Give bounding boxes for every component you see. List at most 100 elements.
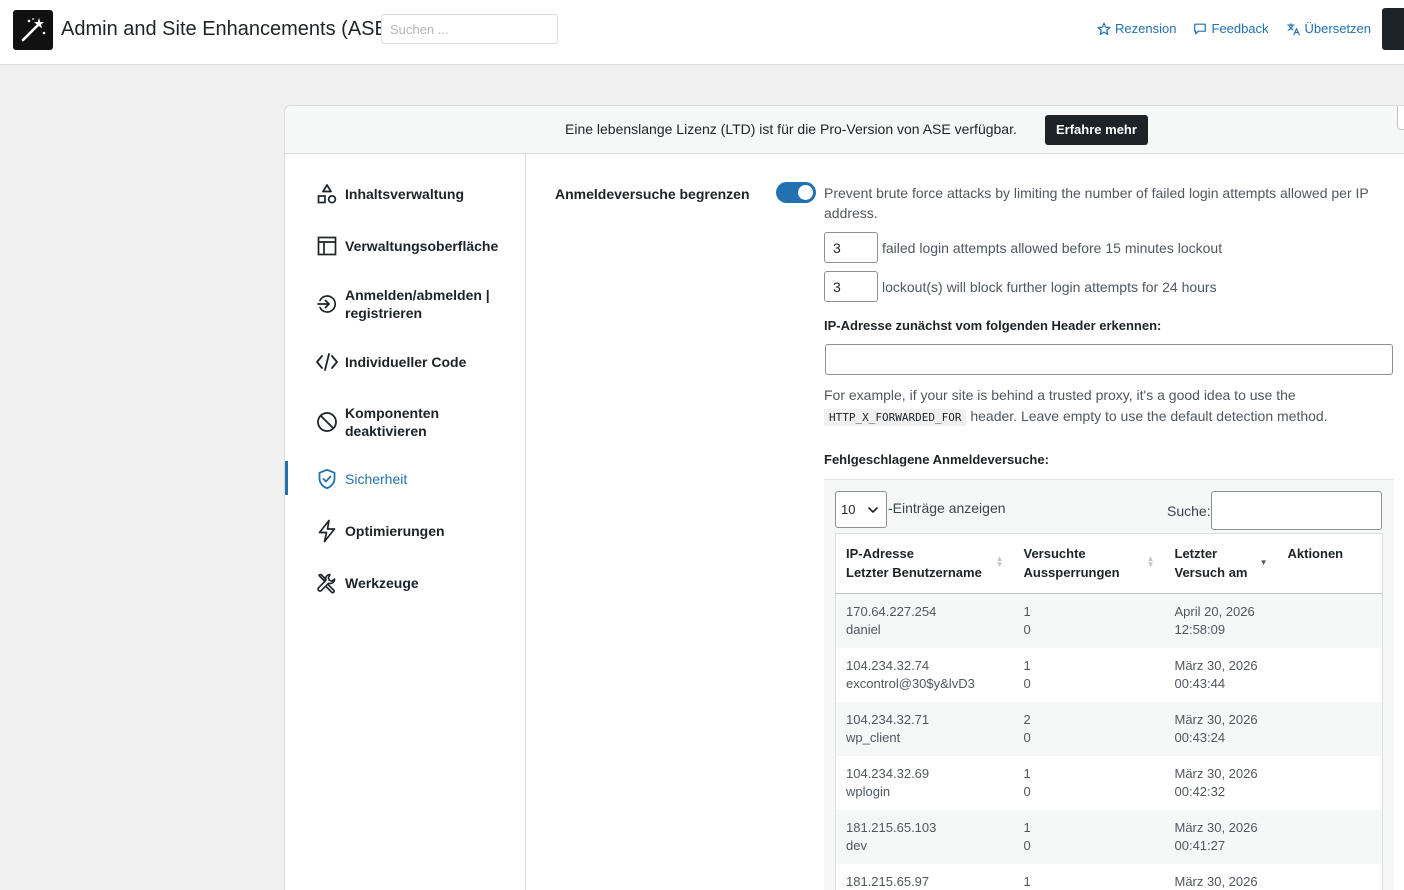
feedback-link[interactable]: Feedback bbox=[1193, 21, 1269, 36]
table-row: 104.234.32.71 wp_client 2 0 März 30, 2026 00:… bbox=[835, 702, 1383, 756]
table-cell: März 30, 202600:40:54 bbox=[1164, 864, 1278, 890]
shapes-icon bbox=[315, 182, 339, 206]
header-links: Rezension Feedback Übersetzen bbox=[1097, 21, 1371, 36]
last-username: dev bbox=[846, 838, 867, 853]
table-row: 181.215.65.103 dev 1 0 März 30, 2026 00:41:27 bbox=[835, 810, 1383, 864]
column-actions-label: Aktionen bbox=[1287, 546, 1344, 561]
setting-description: Prevent brute force attacks by limiting … bbox=[824, 185, 1369, 221]
table-search-label: Suche: bbox=[1167, 503, 1211, 519]
limit-login-toggle[interactable] bbox=[776, 182, 816, 203]
table-cell: März 30, 2026 00:43:44 bbox=[1164, 648, 1278, 702]
lockout-count: 0 bbox=[1023, 838, 1031, 853]
ip-address: 104.234.32.71 bbox=[846, 712, 930, 727]
last-attempt-time: 00:43:24 bbox=[1174, 730, 1226, 745]
sidebar-item-label: Werkzeuge bbox=[345, 575, 419, 591]
save-changes-button[interactable] bbox=[1382, 8, 1404, 50]
promo-banner: Eine lebenslange Lizenz (LTD) ist für di… bbox=[285, 106, 1404, 154]
failed-attempts-title: Fehlgeschlagene Anmeldeversuche: bbox=[824, 452, 1049, 467]
setting-title: Anmeldeversuche begrenzen bbox=[555, 186, 750, 202]
table-cell: 10 bbox=[1013, 648, 1165, 702]
lockouts-input[interactable] bbox=[824, 271, 878, 302]
failed-login-table-wrapper: 10 -Einträge anzeigen Suche: IP-Adresse … bbox=[824, 479, 1394, 890]
column-ip-user[interactable]: IP-Adresse Letzter Benutzername ▲ ▼ bbox=[835, 533, 1014, 594]
last-attempt-time: 12:58:09 bbox=[1174, 622, 1226, 637]
failed-attempts-input[interactable] bbox=[824, 232, 878, 263]
star-icon bbox=[1097, 22, 1111, 36]
sidebar-item-security[interactable]: Sicherheit bbox=[285, 465, 525, 493]
table-row: 104.234.32.74 excontrol@30$y&lvD3 1 0 März 3… bbox=[835, 648, 1383, 702]
chevron-down-icon bbox=[867, 504, 879, 519]
table-cell: 10 bbox=[1013, 593, 1165, 648]
help-text-before: For example, if your site is behind a tr… bbox=[824, 387, 1296, 403]
learn-more-button[interactable]: Erfahre mehr bbox=[1045, 115, 1148, 145]
column-last-attempt[interactable]: Letzter Versuch am ▼ bbox=[1164, 533, 1278, 594]
ip-header-input[interactable] bbox=[825, 344, 1393, 375]
sidebar-item-disable-components[interactable]: Komponenten deaktivieren bbox=[285, 402, 525, 442]
table-cell: 20 bbox=[1013, 702, 1165, 756]
last-username: wplogin bbox=[846, 784, 891, 799]
attempt-count: 1 bbox=[1023, 658, 1031, 673]
table-cell: März 30, 2026 00:42:32 bbox=[1164, 756, 1278, 810]
sidebar-item-login-logout[interactable]: Anmelden/abmelden | registrieren bbox=[285, 284, 525, 324]
banner-dismiss-tab[interactable] bbox=[1397, 106, 1404, 130]
failed-login-table: IP-Adresse Letzter Benutzername ▲ ▼ Versu… bbox=[835, 533, 1383, 890]
page-length-value: 10 bbox=[841, 502, 856, 517]
table-cell: 104.234.32.74 excontrol@30$y&lvD3 bbox=[835, 648, 1014, 702]
table-cell bbox=[1277, 702, 1383, 756]
attempt-count: 1 bbox=[1023, 820, 1031, 835]
table-cell: 170.64.227.254 daniel bbox=[835, 593, 1014, 648]
column-attempts-lockouts[interactable]: Versuchte Aussperrungen ▲ ▼ bbox=[1013, 533, 1165, 594]
table-search-input[interactable] bbox=[1211, 491, 1382, 530]
attempt-count: 1 bbox=[1023, 604, 1031, 619]
ip-address: 181.215.65.97 bbox=[846, 874, 930, 889]
promo-banner-text: Eine lebenslange Lizenz (LTD) ist für di… bbox=[565, 121, 1017, 137]
settings-sidebar: Inhaltsverwaltung Verwaltungsoberfläche … bbox=[285, 154, 526, 890]
translate-link[interactable]: Übersetzen bbox=[1286, 21, 1371, 36]
sidebar-item-custom-code[interactable]: Individueller Code bbox=[285, 348, 525, 376]
last-attempt-date: März 30, 2026 bbox=[1174, 820, 1258, 835]
table-cell bbox=[1277, 756, 1383, 810]
table-cell: März 30, 2026 00:43:24 bbox=[1164, 702, 1278, 756]
page-length-select[interactable]: 10 bbox=[835, 491, 887, 528]
sidebar-item-tools[interactable]: Werkzeuge bbox=[285, 569, 525, 597]
last-attempt-date: März 30, 2026 bbox=[1174, 712, 1258, 727]
app-title: Admin and Site Enhancements (ASE) bbox=[61, 18, 395, 40]
lockouts-label: lockout(s) will block further login atte… bbox=[882, 279, 1217, 295]
table-cell: März 30, 2026 00:41:27 bbox=[1164, 810, 1278, 864]
ip-address: 104.234.32.74 bbox=[846, 658, 930, 673]
help-code: HTTP_X_FORWARDED_FOR bbox=[824, 409, 967, 426]
lockout-count: 0 bbox=[1023, 730, 1031, 745]
page-length-label: -Einträge anzeigen bbox=[888, 500, 1006, 516]
translate-icon bbox=[1286, 22, 1301, 36]
sidebar-item-optimizations[interactable]: Optimierungen bbox=[285, 517, 525, 545]
sort-icon: ▲ ▼ bbox=[995, 554, 1004, 569]
last-attempt-time: 00:41:27 bbox=[1174, 838, 1226, 853]
ip-address: 170.64.227.254 bbox=[846, 604, 937, 619]
last-username: daniel bbox=[846, 622, 881, 637]
wand-logo-icon bbox=[13, 10, 53, 50]
last-attempt-date: März 30, 2026 bbox=[1174, 766, 1258, 781]
column-actions: Aktionen bbox=[1277, 533, 1383, 594]
ip-address: 104.234.32.69 bbox=[846, 766, 930, 781]
table-cell: 181.215.65.103 dev bbox=[835, 810, 1014, 864]
sidebar-item-admin-interface[interactable]: Verwaltungsoberfläche bbox=[285, 232, 525, 260]
last-attempt-time: 00:43:44 bbox=[1174, 676, 1226, 691]
last-attempt-date: März 30, 2026 bbox=[1174, 658, 1258, 673]
attempt-count: 2 bbox=[1023, 712, 1031, 727]
table-cell bbox=[1277, 810, 1383, 864]
column-ip-label: IP-Adresse bbox=[846, 546, 914, 561]
sidebar-item-label: Inhaltsverwaltung bbox=[345, 186, 465, 202]
sort-icon: ▲ ▼ bbox=[1146, 554, 1155, 569]
column-username-label: Letzter Benutzername bbox=[846, 565, 982, 580]
sidebar-item-label: Individueller Code bbox=[345, 354, 467, 370]
review-link[interactable]: Rezension bbox=[1097, 21, 1176, 36]
column-attempt-date-label: Versuch am bbox=[1174, 565, 1248, 580]
attempt-count: 1 bbox=[1023, 874, 1031, 889]
lockout-count: 0 bbox=[1023, 676, 1031, 691]
sidebar-item-label: Optimierungen bbox=[345, 523, 445, 539]
table-cell: 104.234.32.69 wplogin bbox=[835, 756, 1014, 810]
table-cell: 181.215.65.97admin bbox=[835, 864, 1014, 890]
shield-icon bbox=[315, 467, 339, 491]
settings-search-input[interactable] bbox=[381, 14, 558, 44]
failed-attempts-label: failed login attempts allowed before 15 … bbox=[882, 240, 1223, 256]
